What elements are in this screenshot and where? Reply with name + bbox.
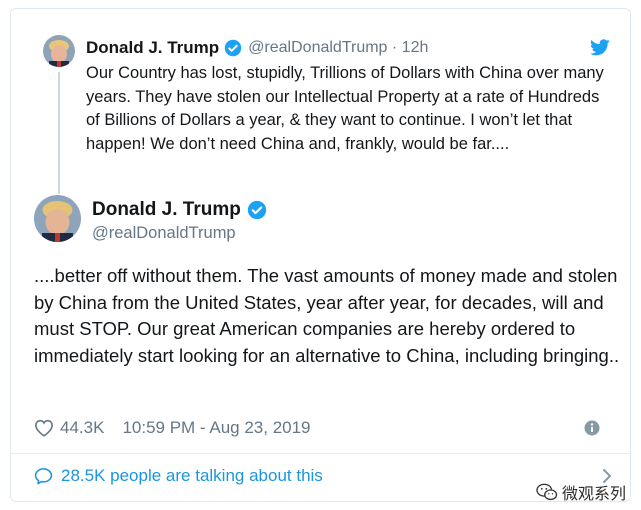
footer-divider <box>11 453 630 454</box>
wechat-watermark: 微观系列 <box>536 480 627 502</box>
parent-tweet-time[interactable]: 12h <box>402 39 429 57</box>
verified-badge-icon <box>224 39 242 57</box>
embedded-tweet-card: Donald J. Trump @realDonaldTrump · 12h O… <box>10 8 631 502</box>
tweet-timestamp[interactable]: 10:59 PM - Aug 23, 2019 <box>122 418 310 438</box>
parent-author-handle[interactable]: @realDonaldTrump <box>248 39 387 57</box>
talking-about-link[interactable]: 28.5K people are talking about this <box>34 465 323 487</box>
wechat-logo-icon <box>536 483 558 501</box>
parent-separator: · <box>387 39 402 56</box>
thread-connector-line <box>58 72 60 194</box>
parent-tweet-text: Our Country has lost, stupidly, Trillion… <box>86 64 604 153</box>
tweet-meta-row: 44.3K 10:59 PM - Aug 23, 2019 <box>34 416 608 440</box>
info-icon[interactable] <box>584 420 600 436</box>
heart-icon[interactable] <box>34 419 54 437</box>
parent-author-name[interactable]: Donald J. Trump <box>86 38 219 58</box>
parent-tweet-header: Donald J. Trump @realDonaldTrump · 12h <box>86 37 612 59</box>
main-author-handle[interactable]: @realDonaldTrump <box>92 224 236 243</box>
like-count[interactable]: 44.3K <box>60 418 104 438</box>
parent-tweet[interactable]: Donald J. Trump @realDonaldTrump · 12h O… <box>11 9 630 194</box>
main-author-name[interactable]: Donald J. Trump <box>92 199 241 221</box>
verified-badge-icon <box>247 200 267 220</box>
watermark-text: 微观系列 <box>562 486 627 502</box>
main-tweet-text: ....better off without them. The vast am… <box>34 265 620 366</box>
main-author-name-row: Donald J. Trump <box>92 199 267 221</box>
main-avatar[interactable] <box>34 195 81 242</box>
speech-bubble-icon <box>34 468 53 485</box>
talking-about-text[interactable]: 28.5K people are talking about this <box>61 466 323 486</box>
twitter-bird-icon[interactable] <box>590 39 610 56</box>
parent-avatar[interactable] <box>43 35 75 67</box>
